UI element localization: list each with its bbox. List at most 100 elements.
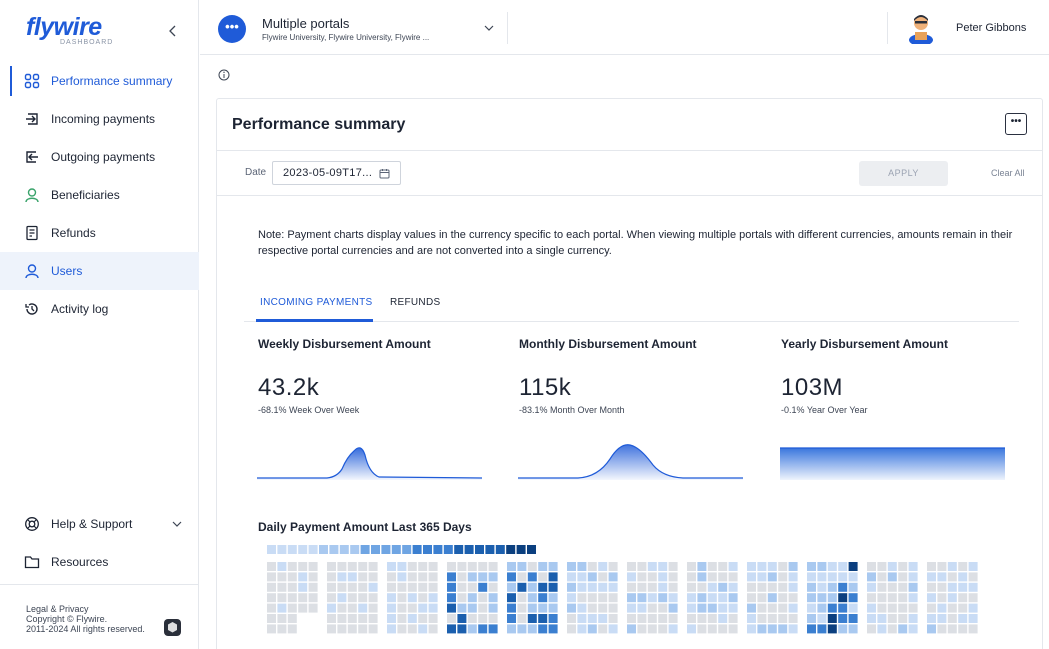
heatmap-day-cell[interactable] [447,562,456,571]
heatmap-day-cell[interactable] [587,562,597,571]
heatmap-day-cell[interactable] [277,582,287,592]
heatmap-day-cell[interactable] [637,614,647,623]
apply-button[interactable]: APPLY [859,161,948,186]
heatmap-day-cell[interactable] [908,603,918,613]
heatmap-day-cell[interactable] [807,603,816,613]
heatmap-day-cell[interactable] [358,614,368,623]
heatmap-day-cell[interactable] [478,624,488,634]
heatmap-day-cell[interactable] [277,572,287,582]
heatmap-day-cell[interactable] [887,624,897,634]
heatmap-day-cell[interactable] [598,582,608,592]
heatmap-day-cell[interactable] [707,593,717,603]
heatmap-day-cell[interactable] [867,562,876,571]
heatmap-day-cell[interactable] [668,614,678,623]
heatmap-day-cell[interactable] [478,593,488,603]
heatmap-day-cell[interactable] [887,582,897,592]
heatmap-day-cell[interactable] [728,603,738,613]
heatmap-day-cell[interactable] [697,603,707,613]
heatmap-day-cell[interactable] [658,593,668,603]
sidebar-item-help-support[interactable]: Help & Support [0,505,199,543]
heatmap-day-cell[interactable] [807,582,816,592]
heatmap-day-cell[interactable] [287,624,297,634]
heatmap-day-cell[interactable] [517,603,527,613]
heatmap-day-cell[interactable] [587,582,597,592]
heatmap-day-cell[interactable] [507,582,516,592]
heatmap-day-cell[interactable] [447,572,456,582]
heatmap-day-cell[interactable] [347,624,357,634]
heatmap-day-cell[interactable] [778,603,788,613]
heatmap-day-cell[interactable] [428,624,438,634]
heatmap-day-cell[interactable] [947,624,957,634]
heatmap-day-cell[interactable] [478,562,488,571]
heatmap-day-cell[interactable] [337,572,347,582]
heatmap-day-cell[interactable] [517,614,527,623]
heatmap-day-cell[interactable] [947,562,957,571]
heatmap-day-cell[interactable] [767,562,777,571]
heatmap-day-cell[interactable] [668,624,678,634]
heatmap-day-cell[interactable] [817,572,827,582]
heatmap-day-cell[interactable] [838,603,848,613]
heatmap-day-cell[interactable] [658,562,668,571]
heatmap-day-cell[interactable] [457,562,467,571]
heatmap-day-cell[interactable] [608,582,618,592]
heatmap-day-cell[interactable] [947,593,957,603]
heatmap-day-cell[interactable] [757,593,767,603]
heatmap-day-cell[interactable] [337,603,347,613]
heatmap-day-cell[interactable] [747,624,756,634]
heatmap-day-cell[interactable] [598,624,608,634]
heatmap-day-cell[interactable] [968,614,978,623]
heatmap-day-cell[interactable] [867,624,876,634]
heatmap-day-cell[interactable] [488,614,498,623]
heatmap-day-cell[interactable] [587,572,597,582]
heatmap-day-cell[interactable] [647,603,657,613]
heatmap-day-cell[interactable] [958,614,968,623]
heatmap-day-cell[interactable] [927,624,936,634]
heatmap-day-cell[interactable] [387,593,396,603]
heatmap-day-cell[interactable] [788,624,798,634]
heatmap-day-cell[interactable] [647,593,657,603]
logo[interactable]: flywire DASHBOARD [26,14,113,46]
heatmap-day-cell[interactable] [587,603,597,613]
heatmap-day-cell[interactable] [298,572,308,582]
heatmap-day-cell[interactable] [418,593,428,603]
heatmap-day-cell[interactable] [637,603,647,613]
heatmap-day-cell[interactable] [358,593,368,603]
heatmap-day-cell[interactable] [538,593,548,603]
heatmap-day-cell[interactable] [848,572,858,582]
info-icon[interactable] [218,69,230,81]
heatmap-day-cell[interactable] [687,593,696,603]
heatmap-day-cell[interactable] [527,624,537,634]
heatmap-day-cell[interactable] [287,603,297,613]
heatmap-day-cell[interactable] [397,562,407,571]
heatmap-day-cell[interactable] [567,582,576,592]
heatmap-day-cell[interactable] [697,614,707,623]
heatmap-day-cell[interactable] [958,562,968,571]
heatmap-day-cell[interactable] [908,593,918,603]
heatmap-day-cell[interactable] [608,593,618,603]
heatmap-day-cell[interactable] [908,572,918,582]
heatmap-day-cell[interactable] [658,603,668,613]
heatmap-day-cell[interactable] [387,572,396,582]
heatmap-day-cell[interactable] [368,582,378,592]
heatmap-day-cell[interactable] [488,593,498,603]
heatmap-day-cell[interactable] [608,624,618,634]
heatmap-day-cell[interactable] [687,624,696,634]
heatmap-day-cell[interactable] [788,562,798,571]
chevron-down-icon[interactable] [483,22,495,34]
heatmap-day-cell[interactable] [308,562,318,571]
heatmap-day-cell[interactable] [457,593,467,603]
heatmap-day-cell[interactable] [747,562,756,571]
heatmap-day-cell[interactable] [968,582,978,592]
heatmap-day-cell[interactable] [887,603,897,613]
heatmap-day-cell[interactable] [718,593,728,603]
heatmap-day-cell[interactable] [968,624,978,634]
heatmap-day-cell[interactable] [728,593,738,603]
heatmap-day-cell[interactable] [718,614,728,623]
heatmap-day-cell[interactable] [407,572,417,582]
heatmap-day-cell[interactable] [687,603,696,613]
heatmap-day-cell[interactable] [548,562,558,571]
heatmap-day-cell[interactable] [627,582,636,592]
heatmap-day-cell[interactable] [397,582,407,592]
heatmap-day-cell[interactable] [538,562,548,571]
heatmap-day-cell[interactable] [908,582,918,592]
